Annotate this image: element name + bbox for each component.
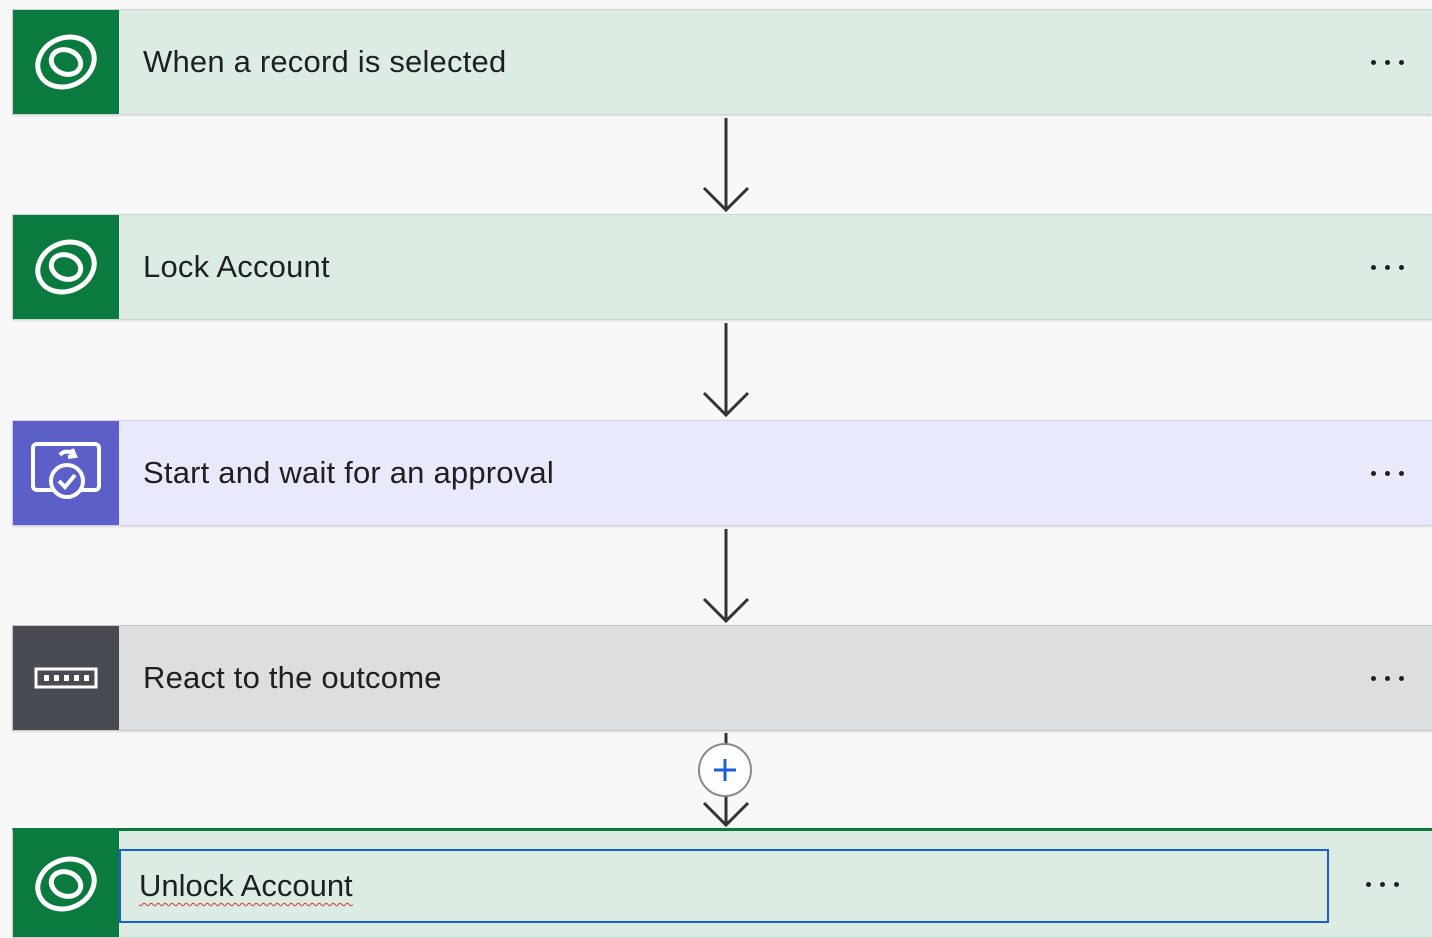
step-title[interactable]: Lock Account [119,215,1342,319]
flow-step-unlock-account[interactable]: Unlock Account [12,828,1432,938]
step-more-options-button[interactable] [1342,421,1432,525]
step-title[interactable]: When a record is selected [119,10,1342,114]
flow-step-condition[interactable]: React to the outcome [12,625,1432,731]
flow-step-approval[interactable]: Start and wait for an approval [12,420,1432,526]
connector-arrow [702,323,750,418]
approval-icon [13,421,119,525]
flow-step-trigger[interactable]: When a record is selected [12,9,1432,115]
ellipsis-icon [1370,264,1404,270]
step-title[interactable]: React to the outcome [119,626,1342,730]
step-more-options-button[interactable] [1332,831,1432,937]
ellipsis-icon [1370,675,1404,681]
step-more-options-button[interactable] [1342,215,1432,319]
step-more-options-button[interactable] [1342,626,1432,730]
step-more-options-button[interactable] [1342,10,1432,114]
step-title-text: Unlock Account [139,868,353,903]
step-title[interactable]: Start and wait for an approval [119,421,1342,525]
ellipsis-icon [1370,470,1404,476]
ellipsis-icon [1365,881,1399,887]
dataverse-icon [13,831,119,937]
dataverse-icon [13,10,119,114]
connector-arrow [702,118,750,213]
ellipsis-icon [1370,59,1404,65]
connector-arrow [702,529,750,624]
step-title-input[interactable]: Unlock Account [119,849,1329,923]
insert-step-button[interactable] [698,743,752,797]
condition-icon [13,626,119,730]
plus-icon [714,759,736,781]
dataverse-icon [13,215,119,319]
flow-step-lock-account[interactable]: Lock Account [12,214,1432,320]
